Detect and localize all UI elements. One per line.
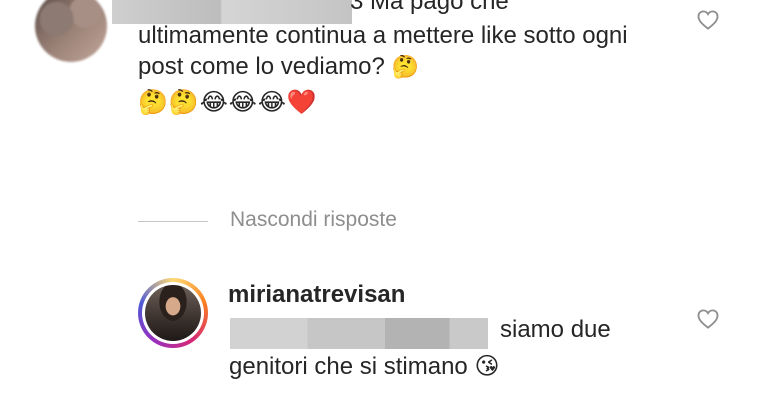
reply-avatar[interactable] (138, 278, 208, 348)
like-heart-icon[interactable] (696, 307, 720, 331)
replies-divider (138, 221, 208, 222)
comment-text: ultimamente continua a mettere like sott… (138, 20, 658, 82)
reply-text-line1: siamo due (500, 316, 611, 343)
reply-username[interactable]: mirianatrevisan (228, 281, 405, 309)
comment-cut-line: 3 Ma pago che (350, 0, 509, 15)
redacted-mention-reply (230, 318, 488, 349)
comment-emoji-row: 🤔🤔😂😂😂❤️ (138, 89, 318, 116)
thinking-emoji: 🤔 (391, 54, 419, 79)
like-heart-icon[interactable] (696, 8, 720, 32)
hide-replies-button[interactable]: Nascondi risposte (230, 208, 397, 232)
kiss-emoji: 😘 (474, 353, 500, 380)
reply-text-line2: genitori che si stimano 😘 (229, 352, 499, 381)
commenter-avatar[interactable] (35, 0, 107, 62)
comment-body: ultimamente continua a mettere like sott… (138, 22, 628, 80)
avatar-photo (145, 285, 201, 341)
avatar-ring-gap (142, 282, 204, 344)
reply-text: genitori che si stimano (229, 353, 468, 380)
